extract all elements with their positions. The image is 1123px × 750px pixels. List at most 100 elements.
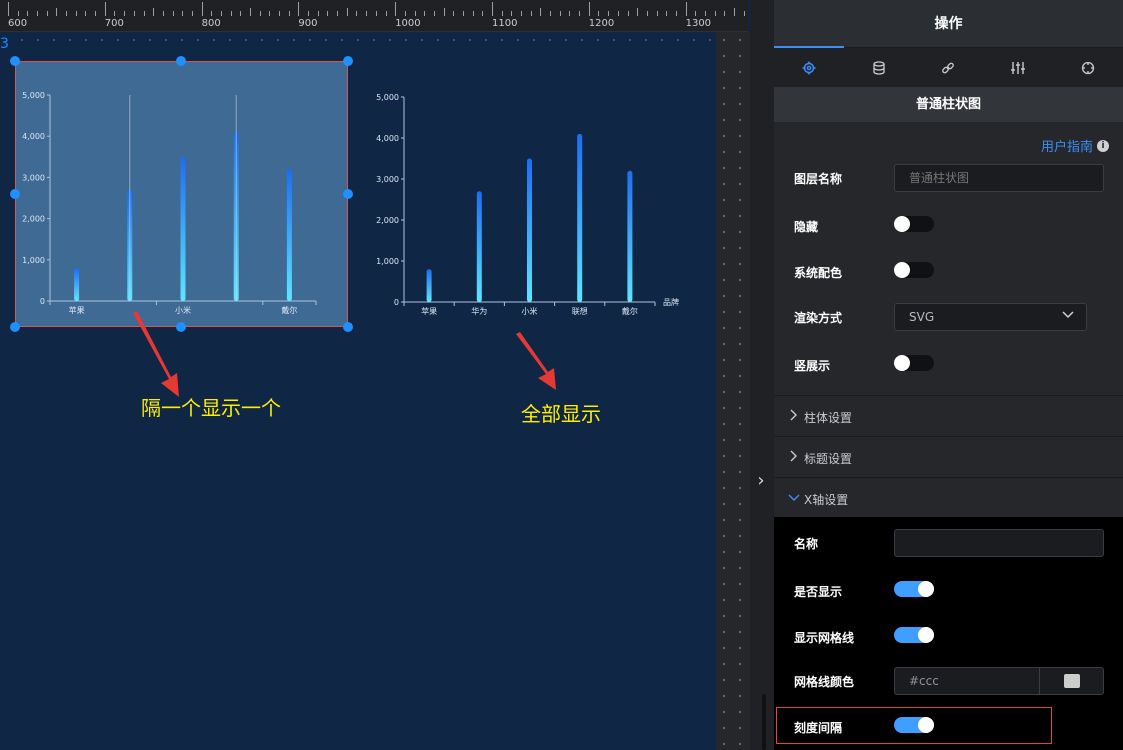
info-icon[interactable]: i: [1097, 139, 1109, 152]
ruler-tick: [433, 11, 435, 16]
bar: [577, 133, 583, 302]
resize-handle-top-right[interactable]: [343, 56, 353, 66]
collapse-title-settings[interactable]: 标题设置: [774, 436, 1123, 476]
grid-color-input[interactable]: #ccc: [894, 667, 1040, 695]
annotation-interval: 隔一个显示一个: [141, 396, 281, 420]
color-picker-button[interactable]: [1040, 667, 1104, 695]
ruler-label: 1100: [492, 18, 518, 29]
crosshair-icon[interactable]: [1078, 58, 1098, 78]
ruler-label: 700: [104, 18, 124, 29]
xaxis-show-toggle[interactable]: [894, 581, 934, 597]
collapse-bar-settings[interactable]: 柱体设置: [774, 395, 1123, 435]
interval-toggle[interactable]: [894, 717, 934, 733]
ruler-tick: [540, 8, 542, 16]
title-settings-label: 标题设置: [804, 452, 853, 466]
xaxis-name-label: 名称: [794, 537, 819, 551]
ruler-label: 600: [8, 18, 28, 29]
bar: [286, 169, 292, 301]
ruler-tick: [153, 8, 155, 16]
xaxis-settings-body: 名称 是否显示 显示网格线 网格线颜色 #ccc 刻度间隔: [774, 517, 1123, 750]
ruler-tick: [366, 11, 368, 16]
scrollbar[interactable]: [762, 694, 766, 750]
hide-row: 隐藏: [774, 212, 1123, 240]
resize-handle-top-left[interactable]: [10, 56, 20, 66]
ruler-tick: [501, 11, 503, 16]
xaxis-interval-row: 刻度间隔: [774, 713, 1123, 741]
ruler-tick: [133, 11, 135, 16]
ruler-tick: [550, 11, 552, 16]
layer-name-input[interactable]: [894, 164, 1104, 192]
ruler-tick: [172, 11, 174, 16]
ruler-tick: [627, 11, 629, 16]
ruler-tick: [27, 11, 29, 16]
ruler-tick: [182, 11, 184, 16]
gear-icon[interactable]: [799, 58, 819, 78]
system-color-toggle[interactable]: [894, 262, 934, 278]
sliders-icon[interactable]: [1008, 58, 1028, 78]
bar: [627, 170, 633, 302]
y-tick-label: 4,000: [376, 134, 399, 143]
xaxis-grid-toggle[interactable]: [894, 627, 934, 643]
ruler-tick: [356, 11, 358, 16]
bar-chart-all-svg: 0 1,000 2,000 3,000 4,000 5,000 苹果 华为 小米 联想 戴尔 品牌: [376, 93, 679, 316]
y-tick-label: 2,000: [22, 215, 45, 224]
y-tick-label: 5,000: [22, 91, 45, 100]
x-tick-label: 联想: [572, 306, 588, 316]
render-row: 渲染方式 SVG: [774, 303, 1123, 331]
ruler-tick: [298, 2, 300, 16]
ruler-tick: [453, 11, 455, 16]
xaxis-name-input[interactable]: [894, 529, 1104, 557]
x-tick-label: 苹果: [69, 305, 85, 315]
ruler-tick: [279, 11, 281, 16]
ruler-tick: [124, 11, 126, 16]
vertical-toggle[interactable]: [894, 355, 934, 371]
ruler-tick: [308, 11, 310, 16]
ruler-tick: [201, 2, 203, 16]
ruler-tick: [608, 11, 610, 16]
ruler-tick: [588, 2, 590, 16]
ruler-tick: [346, 8, 348, 16]
render-select-value: SVG: [909, 310, 935, 324]
bar-chart-all[interactable]: 0 1,000 2,000 3,000 4,000 5,000 苹果 华为 小米 联想 戴尔 品牌: [365, 90, 695, 330]
ruler-tick: [17, 11, 19, 16]
collapse-xaxis-settings[interactable]: X轴设置: [774, 477, 1123, 517]
ruler-tick: [482, 11, 484, 16]
ruler-tick: [269, 11, 271, 16]
color-swatch: [1064, 674, 1080, 688]
database-icon[interactable]: [869, 58, 889, 78]
bar: [527, 158, 532, 302]
red-arrow-left: [133, 311, 179, 397]
ruler-tick: [724, 11, 726, 16]
selected-bar-chart[interactable]: 0 1,000 2,000 3,000 4,000 5,000 苹果 小米 戴尔: [15, 61, 348, 327]
interval-label: 刻度间隔: [794, 721, 843, 735]
resize-handle-bottom-right[interactable]: [343, 322, 353, 332]
panel-header-title[interactable]: 操作: [935, 16, 963, 32]
ruler-tick: [85, 11, 87, 16]
user-guide-label[interactable]: 用户指南: [1041, 136, 1093, 155]
resize-handle-right[interactable]: [343, 189, 353, 199]
ruler-tick: [317, 11, 319, 16]
resize-handle-left[interactable]: [10, 189, 20, 199]
ruler-tick: [162, 11, 164, 16]
ruler-tick: [211, 11, 213, 16]
ruler-tick: [104, 2, 106, 16]
collapse-panel-icon[interactable]: ›: [752, 470, 770, 492]
ruler-tick: [395, 2, 397, 16]
ruler-tick: [385, 11, 387, 16]
ruler-label: 1300: [685, 18, 712, 29]
ruler-tick: [569, 11, 571, 16]
ruler-tick: [8, 2, 9, 16]
xaxis-grid-color-row: 网格线颜色 #ccc: [774, 667, 1123, 695]
ruler-tick: [472, 11, 474, 16]
system-color-row: 系统配色: [774, 258, 1123, 286]
canvas-grid-strip: [14, 32, 716, 46]
component-title: 普通柱状图: [774, 88, 1123, 122]
ruler-label: 1000: [395, 18, 421, 29]
y-tick-label: 0: [40, 297, 45, 306]
hide-toggle[interactable]: [894, 216, 934, 232]
user-guide-link[interactable]: 用户指南 i: [1041, 136, 1109, 155]
resize-handle-top[interactable]: [176, 56, 186, 66]
render-select[interactable]: SVG: [894, 303, 1087, 331]
link-icon[interactable]: [938, 58, 958, 78]
resize-handle-bottom-left[interactable]: [10, 322, 20, 332]
